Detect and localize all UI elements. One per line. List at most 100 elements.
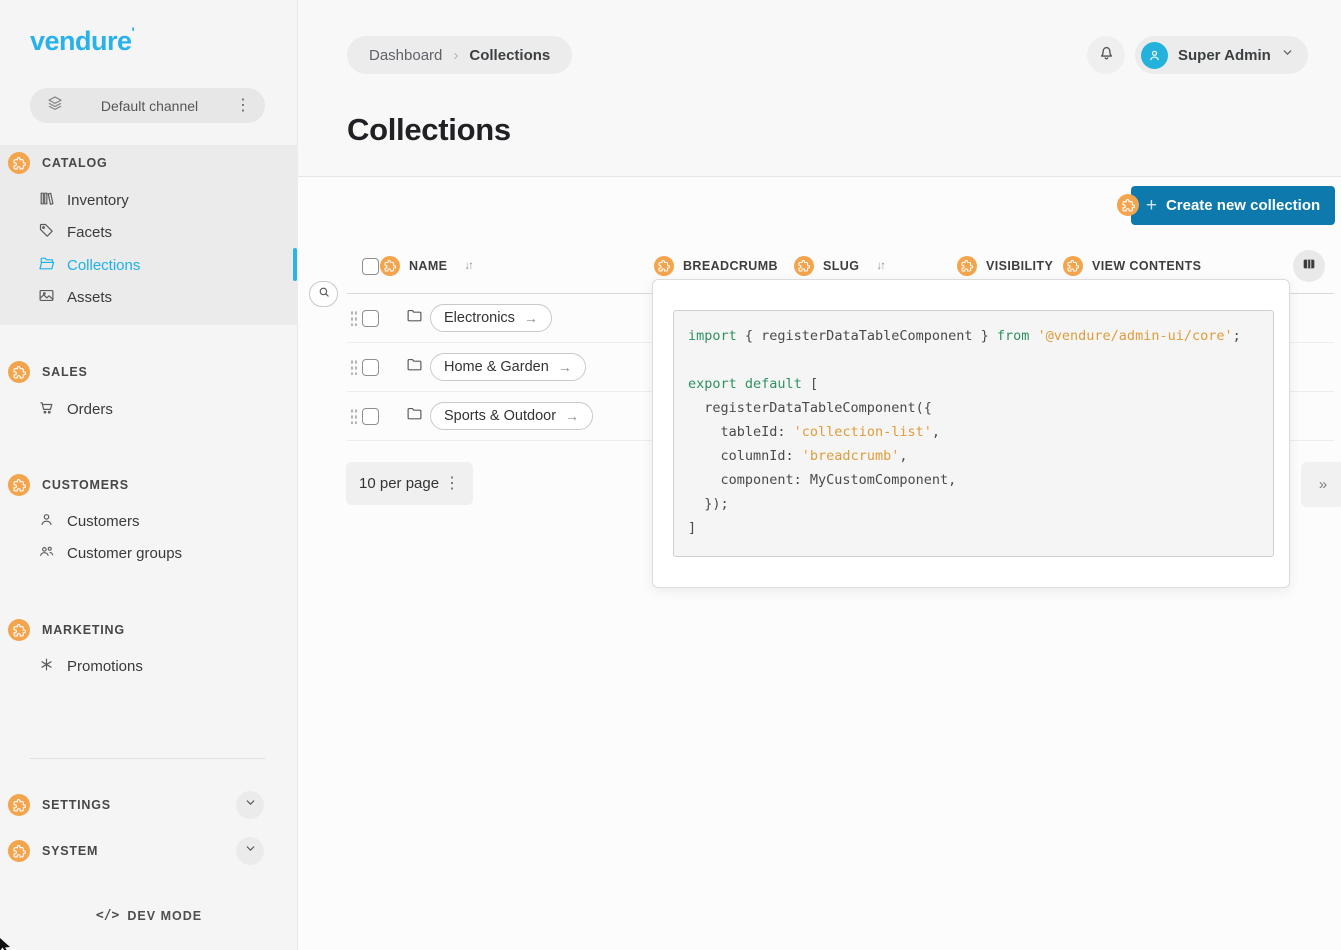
column-header-slug[interactable]: SLUG ↓↑	[794, 256, 884, 276]
row-checkbox[interactable]	[362, 408, 379, 425]
drag-handle[interactable]	[350, 359, 357, 375]
extension-point-popup: import { registerDataTableComponent } fr…	[652, 279, 1290, 588]
section-label-sales: SALES	[42, 365, 88, 379]
collection-name: Home & Garden	[444, 359, 549, 375]
sidebar-section-customers: CUSTOMERS	[8, 474, 129, 496]
code-icon: </>	[96, 908, 119, 923]
extension-point-icon[interactable]	[380, 256, 400, 276]
extension-point-icon[interactable]	[8, 152, 30, 174]
collection-name: Electronics	[444, 310, 515, 326]
table-search-button[interactable]	[309, 281, 338, 307]
extension-point-icon[interactable]	[8, 619, 30, 641]
column-label: VIEW CONTENTS	[1092, 259, 1201, 273]
select-all-checkbox[interactable]	[362, 258, 379, 275]
column-picker-button[interactable]	[1293, 250, 1325, 282]
users-icon	[38, 543, 55, 564]
sidebar-section-catalog: CATALOG	[8, 152, 108, 174]
sidebar-item-label: Promotions	[67, 658, 143, 675]
plus-icon: +	[1146, 195, 1157, 217]
sidebar-item-customer-groups[interactable]: Customer groups	[38, 543, 182, 564]
extension-point-icon[interactable]	[957, 256, 977, 276]
sidebar-item-customers[interactable]: Customers	[38, 511, 140, 532]
sidebar-item-label: Customers	[67, 513, 140, 530]
sidebar-item-label: Assets	[67, 289, 112, 306]
bell-icon	[1097, 43, 1116, 67]
extension-point-icon[interactable]	[8, 840, 30, 862]
extension-point-icon[interactable]	[794, 256, 814, 276]
chevron-down-icon	[244, 842, 257, 860]
extension-point-icon[interactable]	[1117, 194, 1139, 216]
collection-link-chip[interactable]: Sports & Outdoor →	[430, 402, 593, 430]
extension-point-icon[interactable]	[8, 361, 30, 383]
avatar	[1141, 42, 1168, 69]
sidebar-section-marketing: MARKETING	[8, 619, 125, 641]
breadcrumb-separator-icon: ›	[453, 47, 458, 64]
kebab-menu-icon: ⋮	[444, 476, 460, 492]
column-header-visibility[interactable]: VISIBILITY	[957, 256, 1053, 276]
sidebar-item-assets[interactable]: Assets	[38, 287, 112, 308]
page-title: Collections	[347, 112, 511, 148]
sidebar-item-inventory[interactable]: Inventory	[38, 190, 129, 211]
sidebar-item-facets[interactable]: Facets	[38, 222, 112, 243]
sidebar-item-promotions[interactable]: Promotions	[38, 656, 143, 677]
sort-icon[interactable]: ↓↑	[876, 260, 884, 272]
sidebar-item-collections[interactable]: Collections	[38, 255, 140, 276]
vendure-logo[interactable]: vendure'	[30, 26, 134, 57]
section-label-catalog: CATALOG	[42, 156, 108, 170]
next-page-button[interactable]: »	[1301, 462, 1341, 507]
section-label-marketing: MARKETING	[42, 623, 125, 637]
per-page-value: 10 per page	[359, 475, 444, 492]
section-label-system: SYSTEM	[42, 844, 98, 858]
channel-name: Default channel	[64, 98, 235, 114]
user-name: Super Admin	[1178, 47, 1271, 64]
sidebar-section-settings: SETTINGS	[8, 794, 111, 816]
items-per-page-select[interactable]: 10 per page ⋮	[346, 462, 473, 505]
extension-point-icon[interactable]	[8, 474, 30, 496]
folder-icon	[406, 405, 423, 427]
dev-mode-label: DEV MODE	[127, 909, 202, 923]
user-menu[interactable]: Super Admin	[1135, 36, 1308, 74]
collection-link-chip[interactable]: Home & Garden →	[430, 353, 586, 381]
sort-icon[interactable]: ↓↑	[464, 260, 472, 272]
layers-icon	[46, 94, 64, 117]
code-snippet[interactable]: import { registerDataTableComponent } fr…	[673, 310, 1274, 557]
tag-icon	[38, 222, 55, 243]
column-header-breadcrumb[interactable]: BREADCRUMB	[654, 256, 778, 276]
extension-point-icon[interactable]	[1063, 256, 1083, 276]
drag-handle[interactable]	[350, 408, 357, 424]
notifications-button[interactable]	[1087, 36, 1125, 74]
cart-icon	[38, 399, 55, 420]
sidebar-item-orders[interactable]: Orders	[38, 399, 113, 420]
settings-expand-button[interactable]	[236, 791, 264, 819]
section-label-customers: CUSTOMERS	[42, 478, 129, 492]
channel-selector[interactable]: Default channel ⋮	[30, 88, 265, 123]
user-icon	[38, 511, 55, 532]
chevron-down-icon	[1281, 46, 1294, 64]
extension-point-icon[interactable]	[654, 256, 674, 276]
column-header-name[interactable]: NAME ↓↑	[380, 256, 472, 276]
folder-open-icon	[38, 255, 55, 276]
arrow-right-icon: →	[524, 310, 538, 326]
create-new-collection-button[interactable]: + Create new collection	[1131, 186, 1335, 225]
drag-handle[interactable]	[350, 310, 357, 326]
extension-point-icon[interactable]	[8, 794, 30, 816]
library-icon	[38, 190, 55, 211]
column-header-view-contents[interactable]: VIEW CONTENTS	[1063, 256, 1201, 276]
dev-mode-toggle[interactable]: </> DEV MODE	[0, 908, 298, 923]
logo-trademark: '	[132, 24, 135, 40]
active-item-indicator	[293, 248, 297, 281]
arrow-right-icon: →	[565, 408, 579, 424]
collection-link-chip[interactable]: Electronics →	[430, 304, 552, 332]
page-header-band	[298, 0, 1341, 177]
row-checkbox[interactable]	[362, 310, 379, 327]
sidebar-item-label: Orders	[67, 401, 113, 418]
sidebar-item-label: Customer groups	[67, 545, 182, 562]
create-button-label: Create new collection	[1166, 197, 1320, 214]
sidebar-item-label: Inventory	[67, 192, 129, 209]
channel-menu-icon[interactable]: ⋮	[235, 98, 251, 114]
sidebar-section-sales: SALES	[8, 361, 88, 383]
arrow-right-icon: →	[558, 359, 572, 375]
system-expand-button[interactable]	[236, 837, 264, 865]
row-checkbox[interactable]	[362, 359, 379, 376]
breadcrumb-dashboard-link[interactable]: Dashboard	[369, 47, 442, 64]
